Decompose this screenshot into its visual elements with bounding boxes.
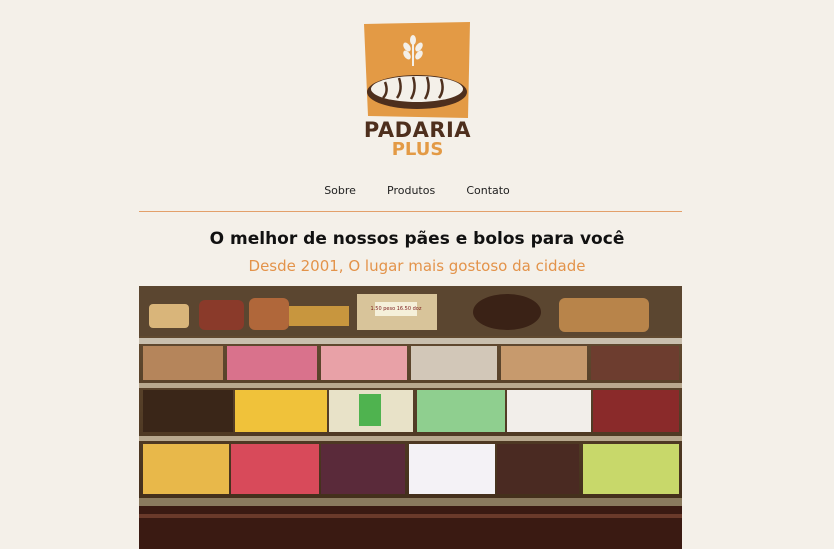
hero-image: 1.50 peso 16.50 doz (139, 286, 682, 549)
page-title: O melhor de nossos pães e bolos para voc… (209, 229, 625, 249)
brand-subname: PLUS (391, 139, 444, 160)
page-subtitle: Desde 2001, O lugar mais gostoso da cida… (248, 257, 586, 275)
divider (139, 211, 682, 212)
pastry-display-case-image: 1.50 peso 16.50 doz (139, 286, 682, 549)
nav-link-produtos[interactable]: Produtos (387, 184, 435, 197)
nav-link-contato[interactable]: Contato (466, 184, 509, 197)
bread-wheat-icon (364, 22, 470, 118)
nav-link-sobre[interactable]: Sobre (324, 184, 356, 197)
main-nav: Sobre Produtos Contato (0, 179, 834, 198)
price-tag: 1.50 peso 16.50 doz (371, 306, 422, 312)
